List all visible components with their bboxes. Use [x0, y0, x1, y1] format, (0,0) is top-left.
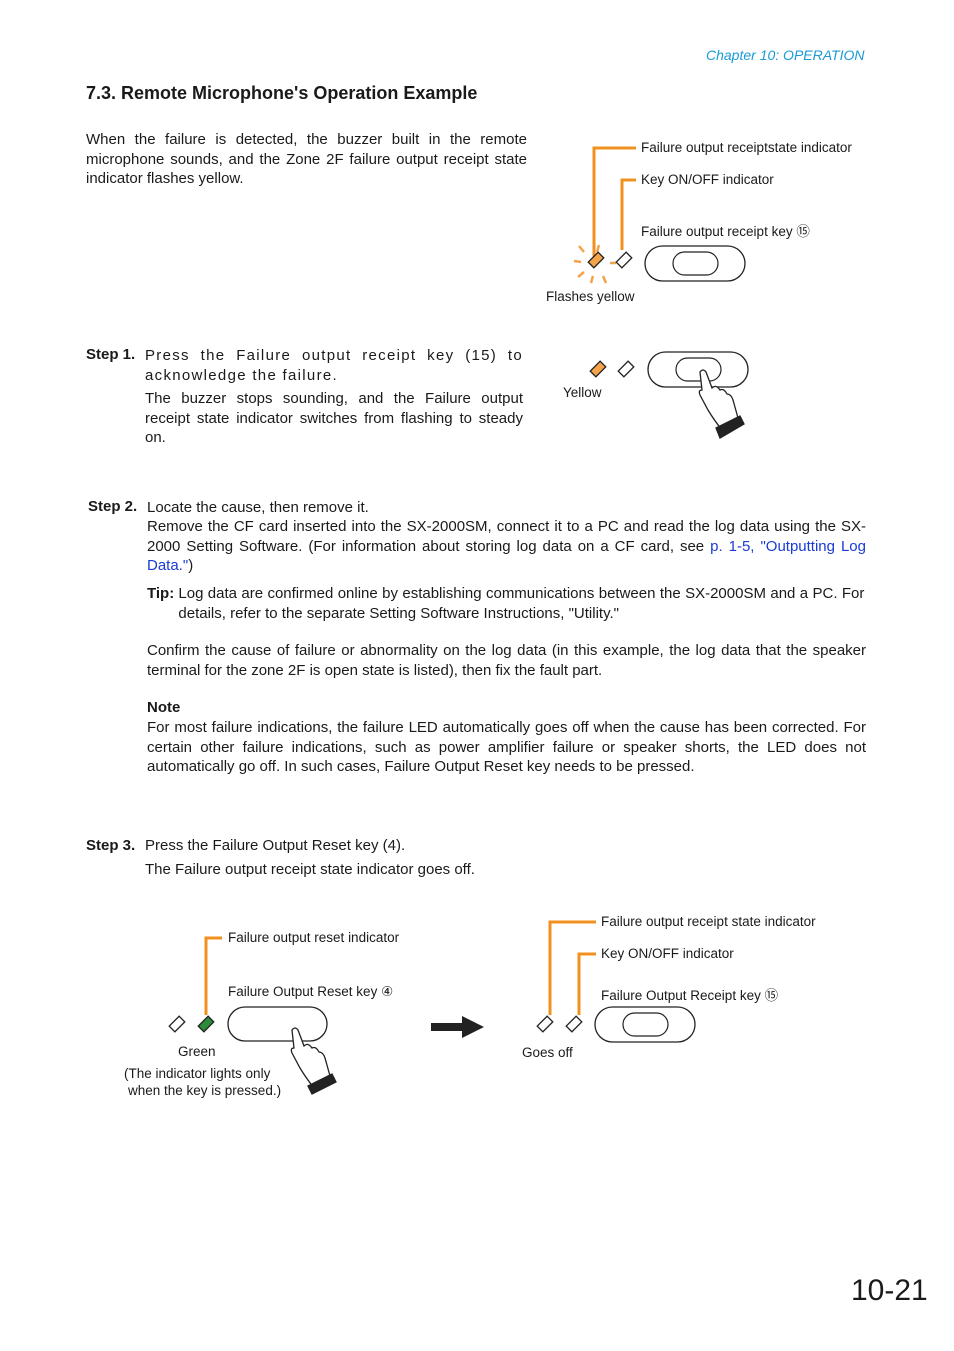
step2-detail: Remove the CF card inserted into the SX-…	[147, 517, 866, 576]
step3-onoff-led-off-icon	[565, 1015, 583, 1033]
figure1-receipt-key-icon	[644, 245, 746, 282]
figure1-onoff-led-icon	[615, 251, 633, 269]
yellow-label: Yellow	[563, 385, 602, 400]
right-arrow-icon	[431, 1016, 484, 1038]
tip-label: Tip:	[147, 585, 175, 602]
step3-right-leaders	[548, 920, 596, 1015]
page-number: 10-21	[851, 1274, 928, 1307]
indicator-note-line1: (The indicator lights only	[124, 1066, 271, 1081]
step3-label: Step 3.	[86, 837, 136, 854]
green-label: Green	[178, 1044, 216, 1059]
note-body: For most failure indications, the failur…	[147, 719, 866, 775]
step3-result: The Failure output receipt state indicat…	[145, 861, 475, 878]
step2-detail-end: )	[188, 557, 194, 574]
reset-indicator-label: Failure output reset indicator	[228, 930, 400, 945]
key-onoff-label: Key ON/OFF indicator	[641, 172, 774, 187]
reset-key-icon	[227, 1006, 328, 1042]
reset-indicator-green-led-icon	[197, 1015, 215, 1033]
reset-leader	[204, 936, 222, 1015]
step3-key-onoff-label: Key ON/OFF indicator	[601, 946, 734, 961]
step3-left-led-icon	[168, 1015, 186, 1033]
note-heading: Note	[147, 699, 181, 716]
figure1-state-led-icon	[587, 251, 605, 269]
step1-state-led-icon	[589, 360, 607, 378]
step1-result: The buzzer stops sounding, and the Failu…	[145, 390, 523, 446]
goes-off-label: Goes off	[522, 1045, 573, 1060]
step1-instruction: Press the Failure output receipt key (15…	[145, 347, 523, 384]
step1-receipt-key-icon	[647, 351, 749, 388]
step3-receipt-key-label: Failure Output Receipt key ⑮	[601, 988, 779, 1003]
step3-instruction: Press the Failure Output Reset key (4).	[145, 837, 406, 854]
figure1-leaders	[592, 146, 636, 258]
flashes-yellow-label: Flashes yellow	[546, 289, 635, 304]
step3-receipt-key-icon	[594, 1006, 696, 1043]
step1-label: Step 1.	[86, 346, 136, 363]
tip-block: Tip: Log data are confirmed online by es…	[147, 584, 866, 623]
step1-onoff-led-icon	[617, 360, 635, 378]
step2-instruction: Locate the cause, then remove it.	[147, 499, 369, 516]
tip-text: Log data are confirmed online by establi…	[178, 585, 865, 622]
indicator-note-line2: when the key is pressed.)	[128, 1083, 282, 1098]
receipt-key-label: Failure output receipt key ⑮	[641, 224, 810, 239]
step3-state-indicator-label: Failure output receipt state indicator	[601, 914, 816, 929]
step3-state-led-off-icon	[536, 1015, 554, 1033]
confirm-paragraph: Confirm the cause of failure or abnormal…	[147, 642, 866, 679]
step2-label: Step 2.	[88, 498, 138, 515]
reset-key-label: Failure Output Reset key ④	[228, 984, 394, 999]
state-indicator-label: Failure output receiptstate indicator	[641, 140, 852, 155]
